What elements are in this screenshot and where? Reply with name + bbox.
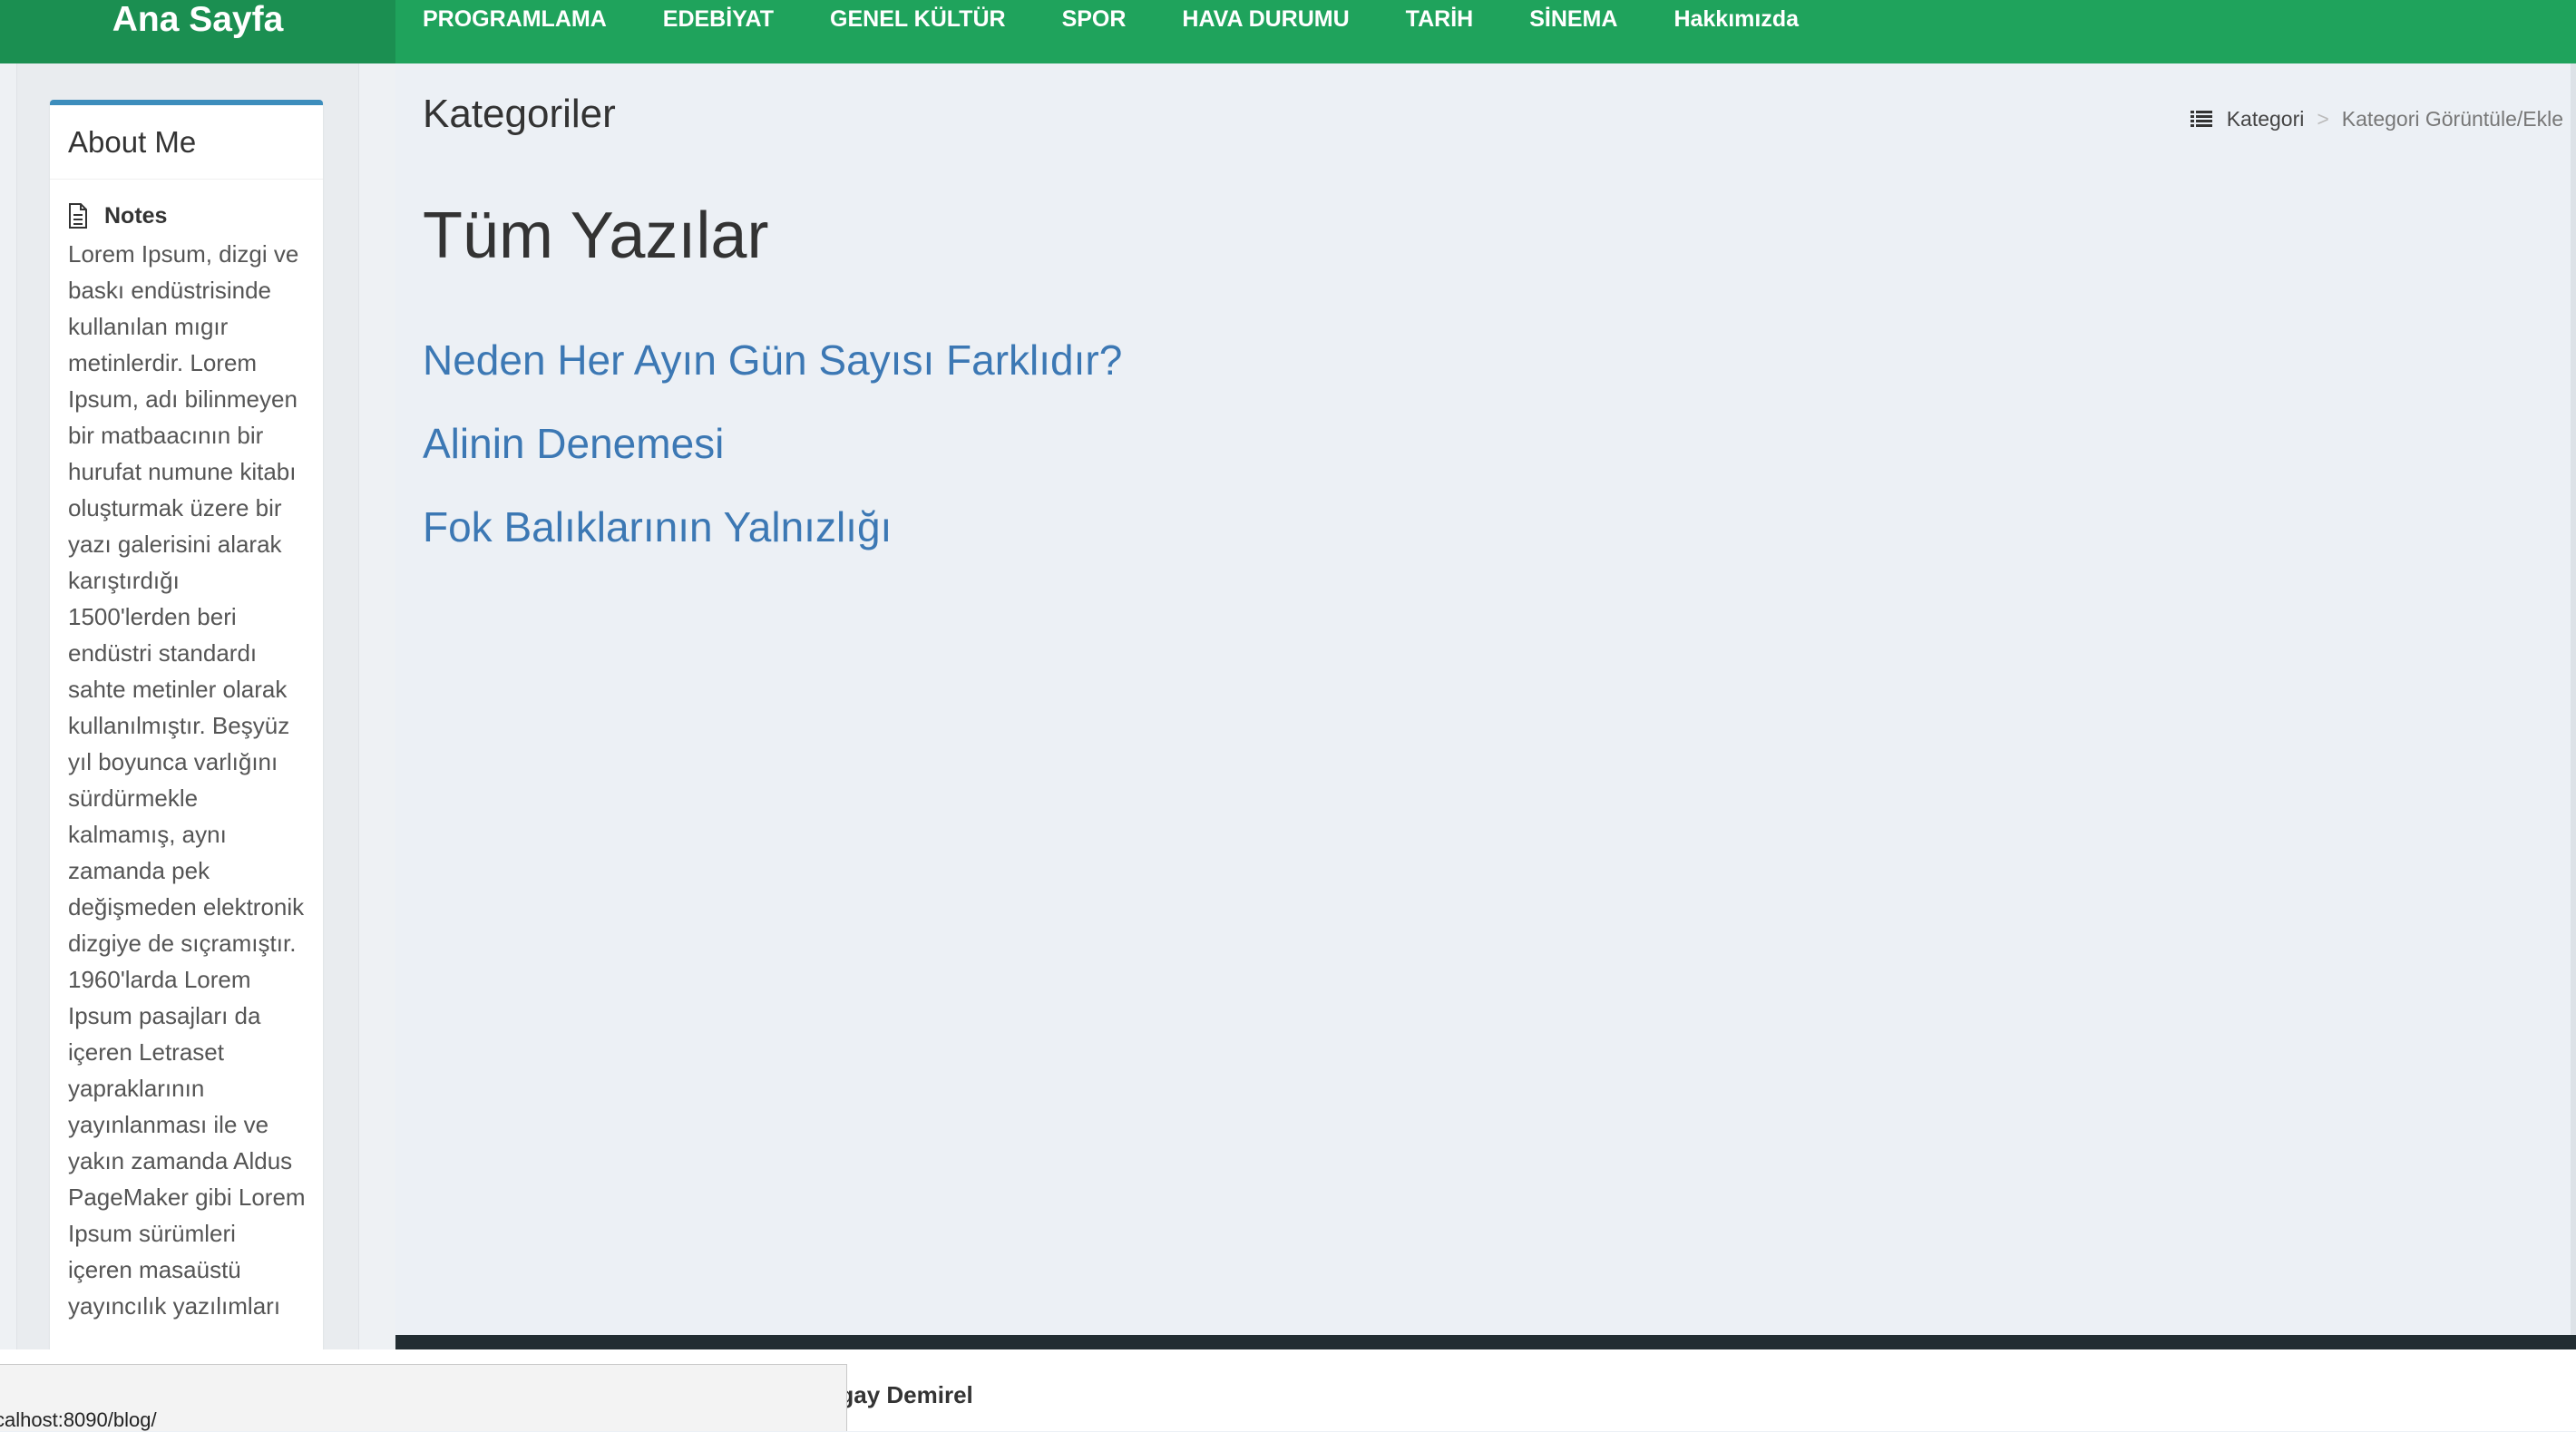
breadcrumb: Kategori > Kategori Görüntüle/Ekle [2190,105,2563,132]
breadcrumb-kategori-link[interactable]: Kategori [2227,105,2305,132]
nav-item-genel-kultur[interactable]: GENEL KÜLTÜR [802,0,1034,38]
about-me-body: Notes Lorem Ipsum, dizgi ve baskı endüst… [50,180,323,1324]
scrollbar-track[interactable] [2571,63,2576,1335]
post-link[interactable]: Alinin Denemesi [423,419,1122,468]
document-icon [69,203,87,229]
nav-item-spor[interactable]: SPOR [1034,0,1155,38]
about-me-title: About Me [50,105,323,180]
notes-label: Notes [104,202,168,229]
brand-home-link[interactable]: Ana Sayfa [0,0,395,63]
breadcrumb-current: Kategori Görüntüle/Ekle [2341,107,2563,131]
notes-heading: Notes [68,200,305,232]
main-nav: PROGRAMLAMA EDEBİYAT GENEL KÜLTÜR SPOR H… [395,0,1827,63]
nav-item-hakkimizda[interactable]: Hakkımızda [1645,0,1827,38]
nav-item-tarih[interactable]: TARİH [1378,0,1502,38]
footer-divider [395,1335,2576,1349]
post-list: Neden Her Ayın Gün Sayısı Farklıdır? Ali… [423,336,1122,586]
brand-label: Ana Sayfa [112,0,284,39]
top-navbar: Ana Sayfa PROGRAMLAMA EDEBİYAT GENEL KÜL… [0,0,2576,63]
nav-item-programlama[interactable]: PROGRAMLAMA [395,0,635,38]
list-item: Alinin Denemesi [423,419,1122,468]
page-title: Kategoriler [423,92,616,136]
post-link[interactable]: Fok Balıklarının Yalnızlığı [423,502,1122,551]
nav-item-hava-durumu[interactable]: HAVA DURUMU [1154,0,1377,38]
nav-item-edebiyat[interactable]: EDEBİYAT [635,0,802,38]
browser-status-bar: calhost:8090/blog/ [0,1364,847,1431]
breadcrumb-separator: > [2317,107,2329,131]
status-url-text: calhost:8090/blog/ [0,1408,157,1431]
section-title: Tüm Yazılar [423,200,769,272]
main-content: Kategoriler Kategori > Kategori Görüntül… [395,63,2576,1335]
about-me-box: About Me Notes Lorem Ipsum, dizgi ve bas… [50,100,323,1357]
notes-text: Lorem Ipsum, dizgi ve baskı endüstrisind… [68,240,306,1320]
list-icon [2190,111,2212,127]
list-item: Neden Her Ayın Gün Sayısı Farklıdır? [423,336,1122,385]
list-item: Fok Balıklarının Yalnızlığı [423,502,1122,551]
post-link[interactable]: Neden Her Ayın Gün Sayısı Farklıdır? [423,336,1122,385]
nav-item-sinema[interactable]: SİNEMA [1501,0,1645,38]
